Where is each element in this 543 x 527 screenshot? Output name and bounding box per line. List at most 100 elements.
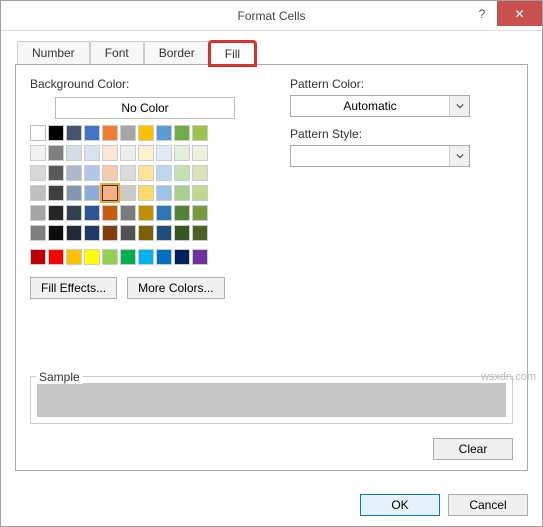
color-swatch[interactable]	[120, 205, 136, 221]
background-color-label: Background Color:	[30, 77, 260, 91]
color-swatch[interactable]	[120, 225, 136, 241]
color-swatch[interactable]	[84, 205, 100, 221]
color-swatch[interactable]	[48, 249, 64, 265]
color-swatch[interactable]	[66, 145, 82, 161]
pattern-section: Pattern Color: Automatic Pattern Style:	[290, 77, 513, 299]
color-swatch[interactable]	[138, 225, 154, 241]
color-swatch[interactable]	[156, 225, 172, 241]
color-swatch[interactable]	[120, 185, 136, 201]
color-swatch[interactable]	[174, 185, 190, 201]
fill-effects-button[interactable]: Fill Effects...	[30, 277, 117, 299]
color-swatch[interactable]	[66, 185, 82, 201]
background-color-section: Background Color: No Color Fill Effects.…	[30, 77, 260, 299]
color-swatch[interactable]	[174, 165, 190, 181]
chevron-down-icon	[449, 96, 469, 116]
color-swatch[interactable]	[102, 249, 118, 265]
color-swatch[interactable]	[192, 249, 208, 265]
color-swatch[interactable]	[48, 205, 64, 221]
color-swatch[interactable]	[30, 205, 46, 221]
pattern-color-combo[interactable]: Automatic	[290, 95, 470, 117]
color-swatch[interactable]	[138, 125, 154, 141]
color-swatch-nocolor[interactable]	[30, 125, 46, 141]
color-swatch[interactable]	[102, 225, 118, 241]
color-swatch[interactable]	[84, 165, 100, 181]
color-swatch[interactable]	[174, 205, 190, 221]
pattern-style-combo[interactable]	[290, 145, 470, 167]
sample-fill	[37, 383, 506, 417]
color-swatch[interactable]	[84, 225, 100, 241]
sample-box	[30, 376, 513, 424]
sample-group: Sample	[30, 362, 513, 424]
color-swatch[interactable]	[138, 165, 154, 181]
dialog-buttons: OK Cancel	[360, 494, 528, 516]
color-swatch[interactable]	[48, 165, 64, 181]
color-swatch[interactable]	[66, 165, 82, 181]
color-swatch[interactable]	[30, 225, 46, 241]
color-swatch[interactable]	[120, 125, 136, 141]
color-swatch[interactable]	[48, 125, 64, 141]
color-swatch[interactable]	[48, 145, 64, 161]
color-swatch[interactable]	[156, 249, 172, 265]
tab-number[interactable]: Number	[17, 41, 90, 64]
color-swatch[interactable]	[174, 249, 190, 265]
color-swatch[interactable]	[66, 205, 82, 221]
tab-border[interactable]: Border	[144, 41, 210, 64]
color-swatch[interactable]	[192, 205, 208, 221]
color-swatch[interactable]	[120, 145, 136, 161]
color-swatch[interactable]	[102, 205, 118, 221]
tab-font[interactable]: Font	[90, 41, 144, 64]
close-button[interactable]: ✕	[497, 1, 542, 26]
window-title: Format Cells	[237, 9, 305, 23]
color-swatch[interactable]	[66, 125, 82, 141]
color-swatch[interactable]	[102, 125, 118, 141]
color-swatch[interactable]	[48, 185, 64, 201]
color-swatch[interactable]	[156, 205, 172, 221]
color-swatch[interactable]	[192, 225, 208, 241]
color-swatch[interactable]	[84, 125, 100, 141]
close-icon: ✕	[514, 7, 524, 21]
color-swatch[interactable]	[84, 145, 100, 161]
tab-fill[interactable]: Fill	[210, 42, 255, 65]
color-swatch[interactable]	[102, 165, 118, 181]
color-swatch[interactable]	[138, 145, 154, 161]
color-swatch[interactable]	[30, 185, 46, 201]
color-swatch[interactable]	[174, 225, 190, 241]
color-swatch[interactable]	[138, 249, 154, 265]
color-swatch[interactable]	[120, 165, 136, 181]
color-swatch[interactable]	[102, 185, 118, 201]
color-swatch[interactable]	[192, 125, 208, 141]
clear-button[interactable]: Clear	[433, 438, 513, 460]
color-swatch[interactable]	[174, 125, 190, 141]
color-swatch[interactable]	[156, 125, 172, 141]
color-swatch[interactable]	[174, 145, 190, 161]
pattern-style-label: Pattern Style:	[290, 127, 513, 141]
help-icon: ?	[479, 7, 486, 21]
no-color-button[interactable]: No Color	[55, 97, 235, 119]
more-colors-button[interactable]: More Colors...	[127, 277, 224, 299]
color-swatch[interactable]	[156, 145, 172, 161]
color-swatch[interactable]	[192, 185, 208, 201]
cancel-button[interactable]: Cancel	[448, 494, 528, 516]
fill-panel: Background Color: No Color Fill Effects.…	[15, 65, 528, 471]
color-swatch[interactable]	[30, 249, 46, 265]
color-swatch[interactable]	[138, 205, 154, 221]
color-swatch[interactable]	[66, 225, 82, 241]
color-swatch[interactable]	[102, 145, 118, 161]
help-button[interactable]: ?	[467, 1, 497, 26]
color-swatch[interactable]	[192, 145, 208, 161]
color-swatch[interactable]	[84, 185, 100, 201]
color-swatch[interactable]	[66, 249, 82, 265]
color-swatch[interactable]	[30, 145, 46, 161]
format-cells-dialog: Format Cells ? ✕ Number Font Border Fill…	[0, 0, 543, 527]
color-swatch[interactable]	[192, 165, 208, 181]
color-swatch[interactable]	[30, 165, 46, 181]
color-swatch[interactable]	[48, 225, 64, 241]
color-swatch[interactable]	[156, 185, 172, 201]
color-swatch[interactable]	[156, 165, 172, 181]
color-swatch[interactable]	[84, 249, 100, 265]
window-controls: ? ✕	[467, 1, 542, 26]
color-swatch[interactable]	[138, 185, 154, 201]
ok-button[interactable]: OK	[360, 494, 440, 516]
dialog-content: Number Font Border Fill Background Color…	[1, 31, 542, 471]
color-swatch[interactable]	[120, 249, 136, 265]
